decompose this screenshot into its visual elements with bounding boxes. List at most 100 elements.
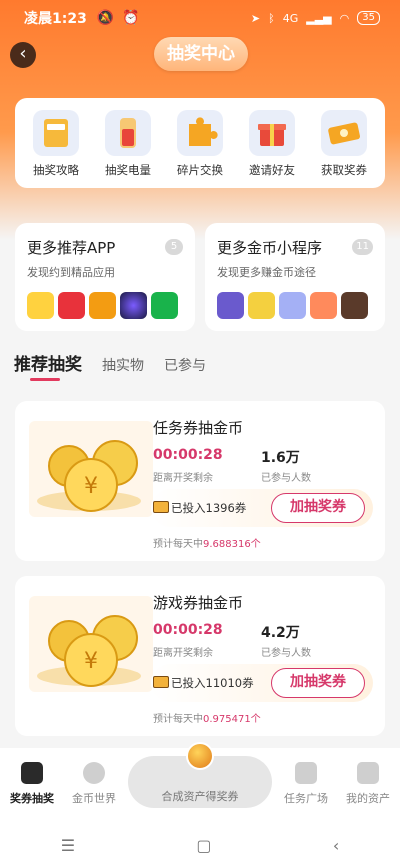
- ticket-icon: [153, 676, 169, 688]
- participant-count: 4.2万: [261, 625, 300, 641]
- mascot-icon: [186, 742, 214, 770]
- tab-joined[interactable]: 已参与: [164, 355, 206, 375]
- mini-program-icon[interactable]: [310, 292, 337, 319]
- menu-icon[interactable]: ☰: [61, 836, 75, 855]
- quick-action-label: 邀请好友: [249, 163, 295, 177]
- quick-action-invite[interactable]: 邀请好友: [237, 110, 307, 188]
- countdown-label: 距离开奖剩余: [153, 473, 213, 484]
- recommended-apps-title: 更多推荐APP: [27, 239, 116, 257]
- tab-physical[interactable]: 抽实物: [102, 355, 144, 375]
- estimate-value: 0.975471个: [203, 714, 261, 725]
- invested-tickets: 已投入11010券: [171, 676, 254, 690]
- quick-action-label: 抽奖电量: [105, 163, 151, 177]
- mini-programs-card[interactable]: 更多金币小程序 11 发现更多赚金币途径: [205, 223, 385, 331]
- tab-indicator: [30, 378, 60, 381]
- lottery-title: 任务券抽金币: [153, 419, 244, 437]
- svg-text:¥: ¥: [84, 474, 98, 499]
- lottery-card[interactable]: ¥ 任务券抽金币 00:00:28 距离开奖剩余 1.6万 已参与人数 已投入1…: [15, 401, 385, 561]
- countdown-timer: 00:00:28: [153, 447, 223, 463]
- daily-estimate: 预计每天中9.688316个: [153, 535, 261, 550]
- system-nav-bar: ☰ ▢ ‹: [0, 824, 400, 867]
- countdown-label: 距离开奖剩余: [153, 648, 213, 659]
- app-icon[interactable]: [151, 292, 178, 319]
- quick-action-battery[interactable]: 抽奖电量: [93, 110, 163, 188]
- bottom-nav: 奖券抽奖 金币世界 合成资产得奖券 任务广场 我的资产: [0, 742, 400, 824]
- mini-program-icon[interactable]: [217, 292, 244, 319]
- home-icon[interactable]: ▢: [196, 836, 211, 855]
- quick-actions-card: 抽奖攻略 抽奖电量 碎片交换 邀请好友 获取奖券: [15, 98, 385, 188]
- mini-programs-title: 更多金币小程序: [217, 239, 323, 257]
- mini-programs-subtitle: 发现更多赚金币途径: [217, 266, 316, 279]
- puzzle-icon: [177, 110, 223, 156]
- nav-label: 任务广场: [284, 792, 328, 805]
- guide-book-icon: [33, 110, 79, 156]
- page-title: 抽奖中心: [154, 37, 248, 71]
- nav-coin-world[interactable]: 金币世界: [62, 762, 126, 806]
- network-label: 4G: [282, 11, 299, 25]
- gold-coins-image: ¥: [29, 421, 153, 517]
- signal-icon: ▂▃▅: [306, 11, 332, 25]
- app-icon[interactable]: [89, 292, 116, 319]
- status-time: 凌晨1:23: [24, 11, 87, 27]
- back-button[interactable]: ‹: [10, 42, 36, 68]
- estimate-prefix: 预计每天中: [153, 714, 203, 725]
- battery-indicator: 35: [357, 11, 380, 25]
- svg-text:¥: ¥: [84, 649, 98, 674]
- location-icon: ➤: [250, 11, 261, 25]
- mini-program-icon[interactable]: [248, 292, 275, 319]
- bluetooth-icon: ᛒ: [268, 11, 275, 25]
- ticket-icon: [321, 110, 367, 156]
- nav-label: 我的资产: [346, 792, 390, 805]
- nav-label: 金币世界: [72, 792, 116, 805]
- nav-label: 奖券抽奖: [10, 792, 54, 805]
- wallet-icon: [357, 762, 379, 784]
- quick-action-label: 获取奖券: [321, 163, 367, 177]
- mini-program-icon[interactable]: [279, 292, 306, 319]
- add-ticket-button[interactable]: 加抽奖券: [271, 668, 365, 698]
- estimate-value: 9.688316个: [203, 539, 261, 550]
- alarm-icon: ⏰: [122, 10, 140, 26]
- participant-label: 已参与人数: [261, 473, 311, 484]
- lottery-card[interactable]: ¥ 游戏券抽金币 00:00:28 距离开奖剩余 4.2万 已参与人数 已投入1…: [15, 576, 385, 736]
- estimate-prefix: 预计每天中: [153, 539, 203, 550]
- quick-action-guide[interactable]: 抽奖攻略: [21, 110, 91, 188]
- tab-recommended[interactable]: 推荐抽奖: [14, 350, 82, 375]
- status-bar: 凌晨1:23 🔕 ⏰ ➤ ᛒ 4G ▂▃▅ ◠ 35: [0, 0, 400, 36]
- recommended-apps-subtitle: 发现约到精品应用: [27, 266, 115, 279]
- add-ticket-button[interactable]: 加抽奖券: [271, 493, 365, 523]
- mini-program-icon[interactable]: [341, 292, 368, 319]
- participant-count: 1.6万: [261, 450, 300, 466]
- chevron-left-icon: ‹: [19, 43, 27, 64]
- back-icon[interactable]: ‹: [333, 836, 339, 855]
- mini-programs-count: 11: [352, 239, 373, 255]
- daily-estimate: 预计每天中0.975471个: [153, 710, 261, 725]
- invested-tickets: 已投入1396券: [171, 501, 247, 515]
- gold-coins-image: ¥: [29, 596, 153, 692]
- nav-ticket-lottery[interactable]: 奖券抽奖: [0, 762, 64, 806]
- synthesize-label: 合成资产得奖券: [161, 790, 239, 803]
- recommended-apps-card[interactable]: 更多推荐APP 5 发现约到精品应用: [15, 223, 195, 331]
- quick-action-exchange[interactable]: 碎片交换: [165, 110, 235, 188]
- quick-action-label: 碎片交换: [177, 163, 223, 177]
- app-icon[interactable]: [58, 292, 85, 319]
- wifi-icon: ◠: [339, 11, 350, 25]
- clipboard-icon: [295, 762, 317, 784]
- quick-action-label: 抽奖攻略: [33, 163, 79, 177]
- mute-icon: 🔕: [96, 10, 115, 26]
- participant-label: 已参与人数: [261, 648, 311, 659]
- recommended-apps-count: 5: [165, 239, 183, 255]
- synthesize-assets-button[interactable]: 合成资产得奖券: [128, 742, 272, 808]
- nav-task-square[interactable]: 任务广场: [274, 762, 338, 806]
- coin-icon: [83, 762, 105, 784]
- ticket-box-icon: [21, 762, 43, 784]
- quick-action-get-ticket[interactable]: 获取奖券: [309, 110, 379, 188]
- ticket-icon: [153, 501, 169, 513]
- nav-my-assets[interactable]: 我的资产: [336, 762, 400, 806]
- lottery-tabs: 推荐抽奖 抽实物 已参与: [14, 350, 206, 375]
- app-icon[interactable]: [27, 292, 54, 319]
- gift-icon: [249, 110, 295, 156]
- countdown-timer: 00:00:28: [153, 622, 223, 638]
- app-icon[interactable]: [120, 292, 147, 319]
- battery-icon: [105, 110, 151, 156]
- lottery-title: 游戏券抽金币: [153, 594, 244, 612]
